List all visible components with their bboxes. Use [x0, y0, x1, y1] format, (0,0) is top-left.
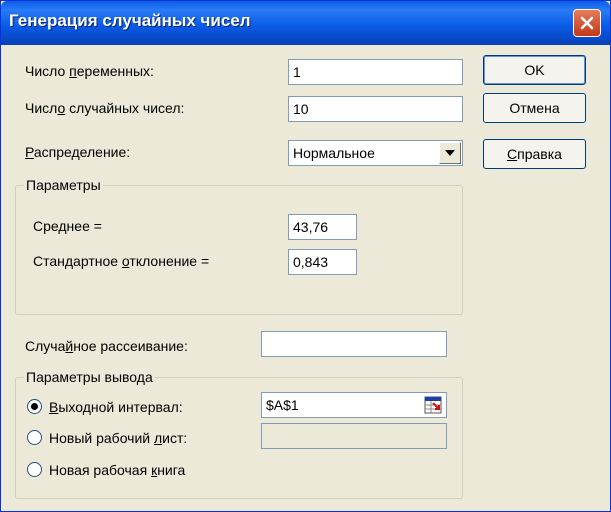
new-book-label: Новая рабочая книга — [49, 462, 186, 478]
new-sheet-input[interactable] — [261, 423, 447, 449]
parameters-group-title: Параметры — [24, 177, 103, 193]
ok-button[interactable]: OK — [483, 55, 586, 85]
close-icon — [580, 16, 594, 30]
distribution-label: Распределение: — [25, 144, 131, 160]
output-range-label: Выходной интервал: — [49, 399, 183, 415]
num-vars-label: Число переменных: — [25, 63, 154, 79]
dialog-title: Генерация случайных чисел — [9, 11, 251, 30]
distribution-value: Нормальное — [293, 145, 375, 161]
num-vars-input[interactable] — [288, 59, 463, 85]
num-rand-label: Число случайных чисел: — [25, 100, 185, 116]
collapse-dialog-icon — [424, 396, 442, 414]
cancel-button[interactable]: Отмена — [483, 93, 586, 123]
new-sheet-radio[interactable] — [27, 430, 42, 445]
std-label: Стандартное отклонение = — [33, 253, 210, 269]
seed-label: Случайное рассеивание: — [25, 338, 188, 354]
parameters-group: Параметры — [15, 177, 463, 315]
new-sheet-label: Новый рабочий лист: — [49, 430, 188, 446]
std-input[interactable] — [288, 249, 357, 275]
distribution-select[interactable]: Нормальное — [288, 140, 463, 166]
new-book-radio[interactable] — [27, 462, 42, 477]
output-range-input[interactable] — [261, 392, 447, 418]
range-select-button[interactable] — [422, 394, 444, 416]
mean-input[interactable] — [288, 214, 357, 240]
help-button[interactable]: Справка — [483, 139, 586, 169]
output-options-group-title: Параметры вывода — [24, 369, 155, 385]
dropdown-button[interactable] — [439, 142, 461, 164]
output-range-radio[interactable] — [27, 399, 42, 414]
close-button[interactable] — [573, 9, 601, 37]
mean-label: Среднее = — [33, 218, 102, 234]
title-bar[interactable]: Генерация случайных чисел — [1, 1, 610, 45]
dialog-window: Генерация случайных чисел Число переменн… — [0, 0, 611, 512]
num-rand-input[interactable] — [288, 96, 463, 122]
seed-input[interactable] — [261, 331, 447, 357]
chevron-down-icon — [445, 150, 455, 156]
